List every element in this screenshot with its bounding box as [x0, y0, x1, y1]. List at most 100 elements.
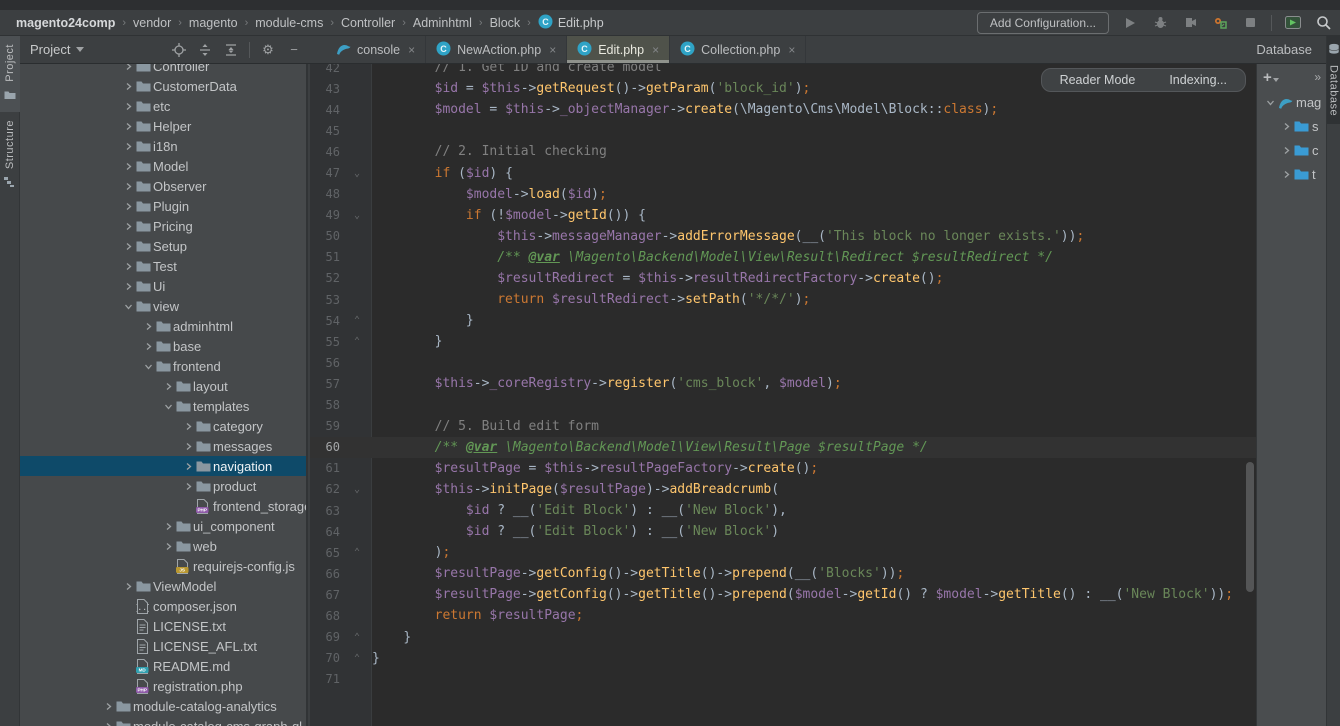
- chevron-right-icon[interactable]: [100, 722, 116, 726]
- chevron-right-icon[interactable]: [120, 222, 136, 231]
- db-tree-item-mag[interactable]: mag: [1257, 90, 1326, 114]
- tree-item-module-catalog-cms-graph-ql[interactable]: module-catalog-cms-graph-ql: [20, 716, 306, 726]
- tree-item-adminhtml[interactable]: adminhtml: [20, 316, 306, 336]
- code-line[interactable]: 67 $resultPage->getConfig()->getTitle()-…: [310, 584, 1256, 605]
- more-chevrons-icon[interactable]: »: [1314, 70, 1321, 84]
- chevron-down-icon[interactable]: [160, 402, 176, 411]
- tree-item-helper[interactable]: Helper: [20, 116, 306, 136]
- tree-item-plugin[interactable]: Plugin: [20, 196, 306, 216]
- coverage-icon[interactable]: [1181, 14, 1199, 32]
- breadcrumb-item[interactable]: vendor: [129, 16, 175, 30]
- tree-item-category[interactable]: category: [20, 416, 306, 436]
- locate-icon[interactable]: [171, 42, 187, 58]
- run-icon[interactable]: [1121, 14, 1139, 32]
- tree-item-messages[interactable]: messages: [20, 436, 306, 456]
- chevron-right-icon[interactable]: [180, 482, 196, 491]
- chevron-right-icon[interactable]: [1279, 122, 1294, 131]
- chevron-right-icon[interactable]: [120, 282, 136, 291]
- chevron-right-icon[interactable]: [160, 542, 176, 551]
- code-line[interactable]: 50 $this->messageManager->addErrorMessag…: [310, 226, 1256, 247]
- close-icon[interactable]: ×: [408, 43, 415, 57]
- code-line[interactable]: 53 return $resultRedirect->setPath('*/*/…: [310, 289, 1256, 310]
- sidebar-item-project[interactable]: Project: [0, 36, 20, 112]
- fold-up-icon[interactable]: ⌃: [342, 653, 372, 664]
- tree-item-registration-php[interactable]: PHP registration.php: [20, 676, 306, 696]
- chevron-right-icon[interactable]: [1279, 170, 1294, 179]
- expand-all-icon[interactable]: [197, 42, 213, 58]
- code-line[interactable]: 56: [310, 352, 1256, 373]
- close-icon[interactable]: ×: [652, 43, 659, 57]
- code-line[interactable]: 71: [310, 669, 1256, 690]
- db-tree-item-t[interactable]: t: [1257, 162, 1326, 186]
- code-line[interactable]: 52 $resultRedirect = $this->resultRedire…: [310, 268, 1256, 289]
- chevron-right-icon[interactable]: [120, 202, 136, 211]
- breadcrumb-item[interactable]: Block: [486, 16, 525, 30]
- code-line[interactable]: 68 return $resultPage;: [310, 605, 1256, 626]
- code-line[interactable]: 54 ⌃ }: [310, 310, 1256, 331]
- add-datasource-icon[interactable]: +: [1263, 69, 1279, 86]
- fold-up-icon[interactable]: ⌃: [342, 632, 372, 643]
- tree-item-license-afl-txt[interactable]: LICENSE_AFL.txt: [20, 636, 306, 656]
- chevron-right-icon[interactable]: [120, 582, 136, 591]
- chevron-right-icon[interactable]: [120, 242, 136, 251]
- code-line[interactable]: 58: [310, 395, 1256, 416]
- tree-item-requirejs-config-js[interactable]: JS requirejs-config.js: [20, 556, 306, 576]
- tree-item-view[interactable]: view: [20, 296, 306, 316]
- reader-mode-label[interactable]: Reader Mode: [1060, 73, 1136, 87]
- tree-item-readme-md[interactable]: MD README.md: [20, 656, 306, 676]
- chevron-right-icon[interactable]: [180, 422, 196, 431]
- tree-item-web[interactable]: web: [20, 536, 306, 556]
- chevron-right-icon[interactable]: [180, 462, 196, 471]
- code-editor[interactable]: 42 // 1. Get ID and create model 43 $id =…: [310, 64, 1256, 726]
- code-line[interactable]: 46 // 2. Initial checking: [310, 141, 1256, 162]
- tree-item-ui[interactable]: Ui: [20, 276, 306, 296]
- chevron-right-icon[interactable]: [1279, 146, 1294, 155]
- tree-item-customerdata[interactable]: CustomerData: [20, 76, 306, 96]
- chevron-right-icon[interactable]: [120, 162, 136, 171]
- tab-newaction-php[interactable]: C NewAction.php ×: [426, 36, 568, 63]
- chevron-right-icon[interactable]: [120, 82, 136, 91]
- tab-collection-php[interactable]: C Collection.php ×: [670, 36, 807, 63]
- tree-item-license-txt[interactable]: LICENSE.txt: [20, 616, 306, 636]
- tree-item-ui-component[interactable]: ui_component: [20, 516, 306, 536]
- tree-item-base[interactable]: base: [20, 336, 306, 356]
- code-line[interactable]: 60 /** @var \Magento\Backend\Model\View\…: [310, 436, 1256, 458]
- code-line[interactable]: 66 $resultPage->getConfig()->getTitle()-…: [310, 563, 1256, 584]
- tree-item-controller[interactable]: Controller: [20, 64, 306, 76]
- settings-gear-icon[interactable]: ⚙: [260, 42, 276, 58]
- sidebar-item-structure[interactable]: Structure: [0, 112, 20, 199]
- chevron-down-icon[interactable]: [120, 302, 136, 311]
- breadcrumb-item[interactable]: magento24comp: [12, 16, 119, 30]
- tree-item-navigation[interactable]: navigation: [20, 456, 306, 476]
- chevron-right-icon[interactable]: [120, 142, 136, 151]
- chevron-right-icon[interactable]: [120, 102, 136, 111]
- tree-item-etc[interactable]: etc: [20, 96, 306, 116]
- breadcrumb-file[interactable]: C Edit.php: [534, 14, 604, 32]
- chevron-right-icon[interactable]: [120, 64, 136, 71]
- sidebar-item-database[interactable]: Database: [1326, 36, 1340, 125]
- chevron-down-icon[interactable]: [1263, 98, 1278, 107]
- code-line[interactable]: 45: [310, 120, 1256, 141]
- chevron-right-icon[interactable]: [160, 522, 176, 531]
- tree-item-product[interactable]: product: [20, 476, 306, 496]
- close-icon[interactable]: ×: [788, 43, 795, 57]
- chevron-right-icon[interactable]: [120, 122, 136, 131]
- terminal-run-icon[interactable]: [1284, 14, 1302, 32]
- code-line[interactable]: 63 $id ? __('Edit Block') : __('New Bloc…: [310, 500, 1256, 521]
- editor-scrollbar[interactable]: [1246, 462, 1254, 592]
- fold-up-icon[interactable]: ⌃: [342, 315, 372, 326]
- tree-item-i18n[interactable]: i18n: [20, 136, 306, 156]
- close-icon[interactable]: ×: [549, 43, 556, 57]
- tab-edit-php[interactable]: C Edit.php ×: [567, 36, 671, 63]
- code-line[interactable]: 65 ⌃ );: [310, 542, 1256, 563]
- db-tree-item-s[interactable]: s: [1257, 114, 1326, 138]
- tab-console[interactable]: console ×: [326, 36, 427, 63]
- fold-down-icon[interactable]: ⌄: [342, 484, 372, 495]
- chevron-right-icon[interactable]: [140, 322, 156, 331]
- fold-down-icon[interactable]: ⌄: [342, 168, 372, 179]
- chevron-right-icon[interactable]: [160, 382, 176, 391]
- tree-item-frontend-storage-r[interactable]: PHP frontend_storage_r: [20, 496, 306, 516]
- breadcrumb-item[interactable]: Adminhtml: [409, 16, 476, 30]
- chevron-right-icon[interactable]: [120, 182, 136, 191]
- add-configuration-button[interactable]: Add Configuration...: [976, 11, 1109, 34]
